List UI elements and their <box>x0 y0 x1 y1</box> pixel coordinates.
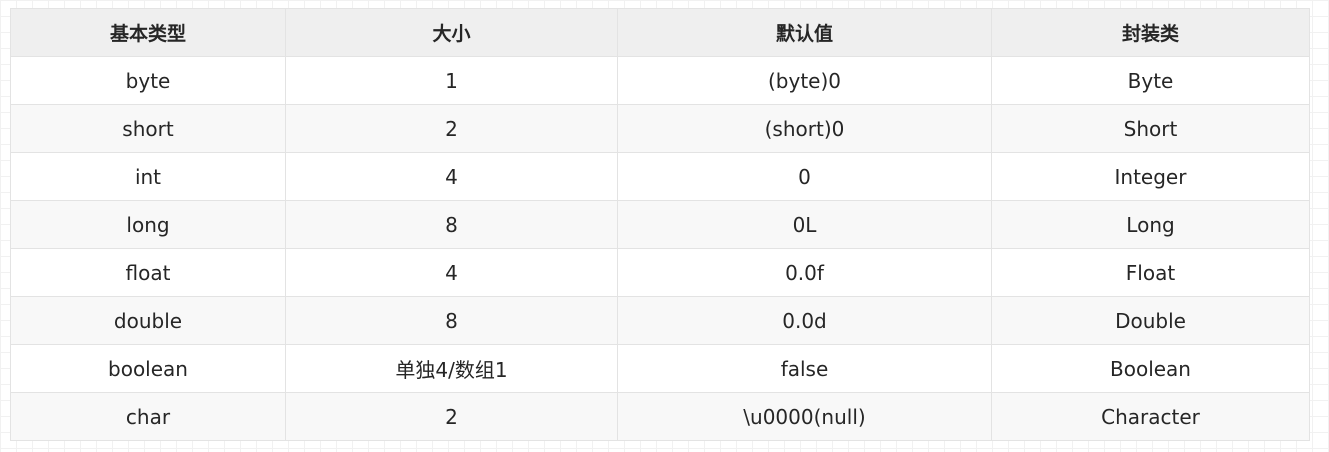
cell-wrapper: Byte <box>991 56 1310 105</box>
table-row: long 8 0L Long <box>10 200 1310 249</box>
table-row: int 4 0 Integer <box>10 152 1310 201</box>
cell-type: short <box>10 104 286 153</box>
cell-default: false <box>617 344 992 393</box>
table-header: 基本类型 大小 默认值 封装类 <box>10 8 1310 57</box>
cell-wrapper: Long <box>991 200 1310 249</box>
table-row: short 2 (short)0 Short <box>10 104 1310 153</box>
table-row: char 2 \u0000(null) Character <box>10 392 1310 441</box>
cell-default: 0.0d <box>617 296 992 345</box>
cell-size: 8 <box>285 200 618 249</box>
cell-type: boolean <box>10 344 286 393</box>
header-cell-default-value: 默认值 <box>617 8 992 57</box>
header-cell-size: 大小 <box>285 8 618 57</box>
java-primitive-types-table: 基本类型 大小 默认值 封装类 byte 1 (byte)0 Byte shor… <box>10 8 1310 441</box>
cell-wrapper: Character <box>991 392 1310 441</box>
cell-default: (byte)0 <box>617 56 992 105</box>
cell-size: 1 <box>285 56 618 105</box>
cell-size: 4 <box>285 248 618 297</box>
cell-size: 2 <box>285 104 618 153</box>
header-row: 基本类型 大小 默认值 封装类 <box>10 8 1310 57</box>
cell-default: \u0000(null) <box>617 392 992 441</box>
cell-wrapper: Short <box>991 104 1310 153</box>
cell-type: byte <box>10 56 286 105</box>
table-row: double 8 0.0d Double <box>10 296 1310 345</box>
data-table-container: 基本类型 大小 默认值 封装类 byte 1 (byte)0 Byte shor… <box>10 8 1310 441</box>
cell-type: int <box>10 152 286 201</box>
cell-size: 2 <box>285 392 618 441</box>
table-row: byte 1 (byte)0 Byte <box>10 56 1310 105</box>
header-cell-wrapper-class: 封装类 <box>991 8 1310 57</box>
cell-default: 0L <box>617 200 992 249</box>
cell-wrapper: Double <box>991 296 1310 345</box>
cell-wrapper: Float <box>991 248 1310 297</box>
cell-size: 单独4/数组1 <box>285 344 618 393</box>
cell-default: 0 <box>617 152 992 201</box>
table-row: boolean 单独4/数组1 false Boolean <box>10 344 1310 393</box>
cell-default: (short)0 <box>617 104 992 153</box>
cell-wrapper: Boolean <box>991 344 1310 393</box>
cell-wrapper: Integer <box>991 152 1310 201</box>
cell-size: 4 <box>285 152 618 201</box>
cell-type: float <box>10 248 286 297</box>
cell-size: 8 <box>285 296 618 345</box>
cell-type: double <box>10 296 286 345</box>
table-row: float 4 0.0f Float <box>10 248 1310 297</box>
header-cell-primitive-type: 基本类型 <box>10 8 286 57</box>
cell-type: long <box>10 200 286 249</box>
cell-default: 0.0f <box>617 248 992 297</box>
cell-type: char <box>10 392 286 441</box>
table-body: byte 1 (byte)0 Byte short 2 (short)0 Sho… <box>10 56 1310 441</box>
